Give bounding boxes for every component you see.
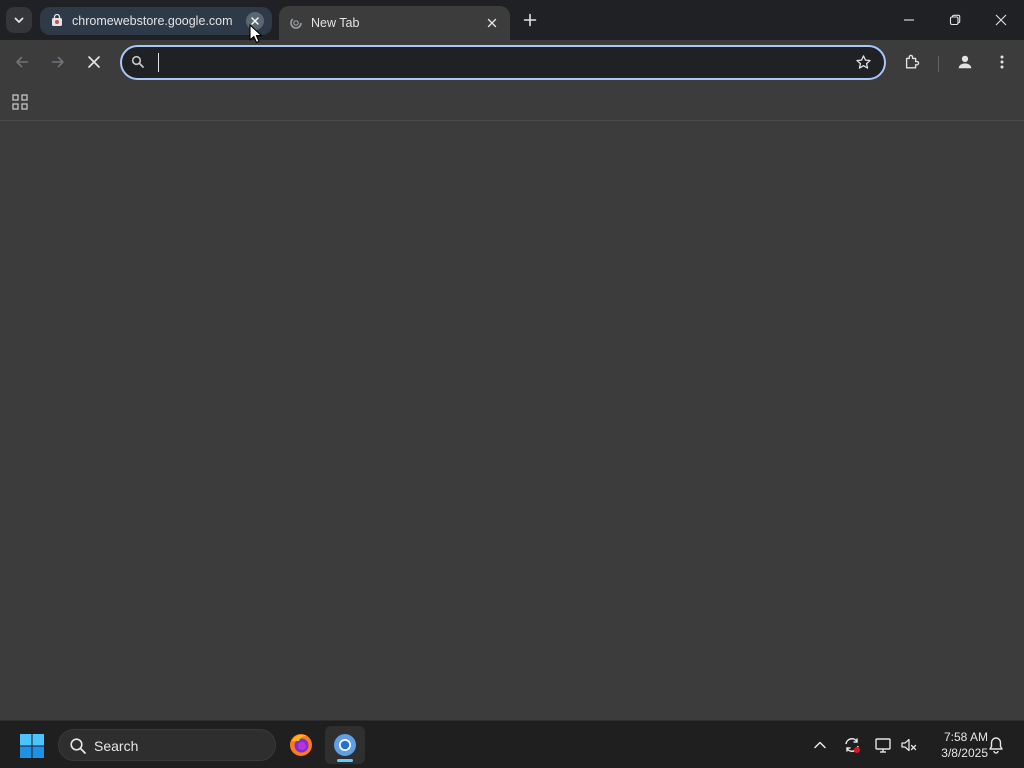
taskbar-chrome[interactable] xyxy=(325,726,365,764)
clock-time: 7:58 AM xyxy=(943,730,988,744)
close-window-button[interactable] xyxy=(978,0,1024,40)
address-bar[interactable] xyxy=(120,45,886,80)
tab-search-button[interactable] xyxy=(6,7,32,33)
page-content xyxy=(0,122,1024,720)
close-icon xyxy=(487,18,497,28)
stop-loading-button[interactable] xyxy=(78,46,110,78)
address-input[interactable] xyxy=(156,52,846,74)
profile-icon xyxy=(958,55,972,69)
minimize-button[interactable] xyxy=(886,0,932,40)
browser-toolbar xyxy=(0,40,1024,86)
chevron-down-icon xyxy=(14,17,24,23)
restore-button[interactable] xyxy=(932,0,978,40)
forward-icon xyxy=(51,56,64,68)
network-sound-icon xyxy=(901,738,917,752)
minimize-icon xyxy=(904,19,914,21)
chrome-icon xyxy=(334,734,356,756)
new-tab-button[interactable] xyxy=(518,8,542,32)
search-icon xyxy=(131,55,144,68)
notification-bell-icon xyxy=(989,737,1003,754)
tab-title: New Tab xyxy=(311,16,360,30)
mouse-cursor-icon xyxy=(249,24,263,44)
bookmarks-bar xyxy=(0,86,1024,121)
show-hidden-icons-chevron xyxy=(814,741,826,749)
tab-new-tab[interactable]: New Tab xyxy=(279,6,510,40)
extensions-icon xyxy=(905,54,920,69)
display-icon xyxy=(875,738,891,753)
notification-center-button[interactable] xyxy=(986,735,1006,755)
tab-title: chromewebstore.google.com xyxy=(72,14,233,28)
apps-button[interactable] xyxy=(10,92,30,112)
sync-icon xyxy=(845,738,860,753)
loading-spinner-icon xyxy=(290,17,302,29)
menu-icon xyxy=(1000,55,1004,69)
running-indicator xyxy=(337,759,353,762)
back-button[interactable] xyxy=(6,46,38,78)
tray-sync[interactable] xyxy=(842,735,862,755)
windows-taskbar: Search 7:58 AM 3/8/2025 xyxy=(0,720,1024,768)
bookmark-star-icon[interactable] xyxy=(855,54,872,71)
tray-display[interactable] xyxy=(873,735,893,755)
search-icon xyxy=(70,738,86,754)
taskbar-search-label: Search xyxy=(94,738,139,754)
tray-network-sound[interactable] xyxy=(899,735,919,755)
extensions-button[interactable] xyxy=(896,46,928,78)
tab-strip: chromewebstore.google.com New Tab xyxy=(0,0,1024,40)
plus-icon xyxy=(523,13,537,27)
back-icon xyxy=(16,56,29,68)
show-hidden-icons-button[interactable] xyxy=(810,735,830,755)
taskbar-search-box[interactable]: Search xyxy=(58,729,276,761)
clock-date: 3/8/2025 xyxy=(941,746,988,760)
close-icon xyxy=(995,14,1007,26)
stop-loading-icon xyxy=(88,56,100,68)
start-button[interactable] xyxy=(16,730,48,762)
apps-grid-icon xyxy=(12,94,28,110)
taskbar-firefox[interactable] xyxy=(281,726,321,764)
chrome-menu-button[interactable] xyxy=(986,46,1018,78)
forward-button[interactable] xyxy=(42,46,74,78)
toolbar-separator xyxy=(938,56,939,72)
firefox-icon xyxy=(290,734,312,756)
restore-icon xyxy=(949,14,961,26)
chrome-web-store-icon xyxy=(52,14,62,26)
windows-logo-icon xyxy=(20,734,44,758)
profile-button[interactable] xyxy=(949,46,981,78)
taskbar-clock[interactable]: 7:58 AM 3/8/2025 xyxy=(924,729,988,761)
tab-chromewebstore[interactable]: chromewebstore.google.com xyxy=(40,7,272,35)
text-caret xyxy=(158,53,159,72)
tab-close-button[interactable] xyxy=(483,14,501,32)
